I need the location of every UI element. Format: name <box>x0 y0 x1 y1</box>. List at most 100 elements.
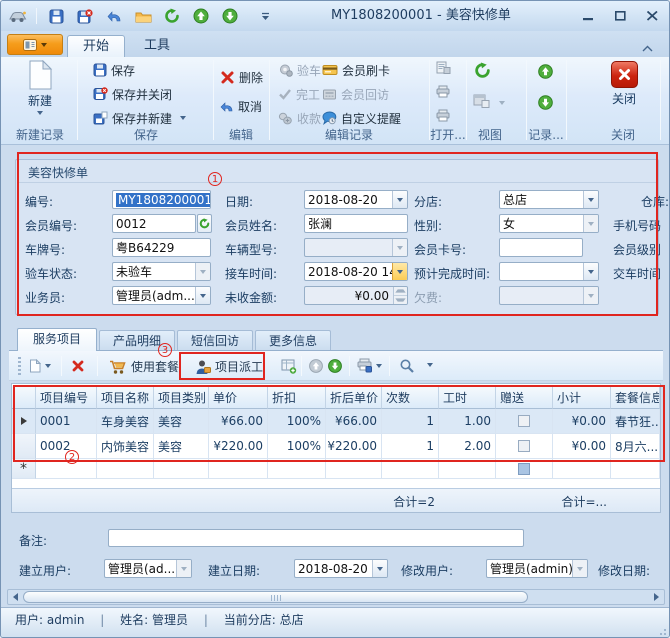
move-row-down-button[interactable] <box>328 359 342 373</box>
scroll-right-icon[interactable] <box>654 593 659 601</box>
group-label-close: 关闭 <box>593 128 653 142</box>
prev-record-icon[interactable] <box>191 6 211 26</box>
close-form-button[interactable]: 关闭 <box>599 61 649 107</box>
annotation-circle-2: 2 <box>65 450 79 464</box>
refresh-icon[interactable] <box>162 6 182 26</box>
phone-device-icon <box>322 88 337 101</box>
tab-service-items[interactable]: 服务项目 <box>17 328 97 351</box>
cart-icon <box>109 359 127 375</box>
created-by-field: 管理员(ad... <box>104 559 192 578</box>
save-button[interactable]: 保存 <box>93 61 135 79</box>
grid-footer: 合计=2 合计=... <box>12 488 660 512</box>
finish-button[interactable]: 完工 <box>278 85 320 103</box>
modified-by-label: 修改用户: <box>401 562 453 579</box>
open-folder-icon[interactable] <box>133 6 153 26</box>
table-add-icon <box>281 359 297 374</box>
window-title: MY1808200001 - 美容快修单 <box>331 1 511 31</box>
created-by-label: 建立用户: <box>19 562 71 579</box>
search-grid-button[interactable] <box>399 358 415 374</box>
chevron-down-icon <box>45 364 51 368</box>
coins-icon <box>278 112 293 125</box>
save-and-new-button[interactable]: 保存并新建 <box>93 109 186 127</box>
inspect-car-button[interactable]: 验车 <box>278 61 321 79</box>
save-close-icon[interactable] <box>75 6 95 26</box>
group-label-edit: 编辑 <box>213 128 269 142</box>
application-menu-button[interactable] <box>7 34 63 55</box>
scroll-left-icon[interactable] <box>13 593 18 601</box>
tab-more-info[interactable]: 更多信息 <box>255 330 331 352</box>
times-total: 合计=2 <box>393 493 435 510</box>
toolbar-separator <box>389 356 390 376</box>
minimize-button[interactable] <box>581 9 595 23</box>
modified-by-field: 管理员(admin) <box>486 559 588 578</box>
ribbon-tab-row: 开始 工具 <box>1 31 669 57</box>
new-record-label: 新建 <box>28 92 52 109</box>
save-and-close-button[interactable]: 保存并关闭 <box>93 85 172 103</box>
undo-icon[interactable] <box>104 6 124 26</box>
created-date-field[interactable]: 2018-08-20 <box>294 559 388 578</box>
remark-label: 备注: <box>19 532 47 549</box>
ribbon-collapse-icon[interactable] <box>642 41 653 55</box>
status-separator: | <box>204 608 208 632</box>
resize-grip-icon[interactable] <box>657 620 667 638</box>
tab-sms-revisit[interactable]: 短信回访 <box>177 330 253 352</box>
print-icon[interactable] <box>436 85 450 101</box>
print-save-icon <box>357 358 372 373</box>
gift-checkbox[interactable] <box>518 463 530 475</box>
remark-field[interactable] <box>108 529 524 547</box>
delete-button[interactable]: 删除 <box>220 68 263 86</box>
annotation-box-form <box>17 152 658 316</box>
chevron-down-icon[interactable] <box>499 101 505 105</box>
horizontal-scrollbar[interactable] <box>7 589 665 605</box>
member-revisit-button[interactable]: 会员回访 <box>322 85 389 103</box>
tab-start[interactable]: 开始 <box>67 35 125 57</box>
down-circle-icon <box>328 359 342 373</box>
next-record-icon[interactable] <box>538 95 553 113</box>
group-label-view: 视图 <box>466 128 514 142</box>
cancel-button[interactable]: 取消 <box>220 97 262 115</box>
refresh-view-icon[interactable] <box>474 62 491 82</box>
maximize-button[interactable] <box>613 9 627 23</box>
detail-toolbar: 使用套餐 项目派工 <box>9 351 663 381</box>
tab-tools[interactable]: 工具 <box>129 35 185 57</box>
collect-payment-button[interactable]: 收款 <box>278 109 321 127</box>
new-page-icon <box>28 60 53 90</box>
new-row-indicator: * <box>12 459 36 479</box>
group-label-new: 新建记录 <box>13 128 67 142</box>
export-grid-button[interactable] <box>281 359 297 374</box>
chevron-down-icon[interactable] <box>372 560 387 577</box>
new-page-icon <box>29 359 41 373</box>
add-row-button[interactable] <box>29 359 51 373</box>
prev-record-icon[interactable] <box>538 64 553 82</box>
custom-reminder-button[interactable]: 自定义提醒 <box>322 109 401 127</box>
print-grid-button[interactable] <box>357 358 382 373</box>
delete-row-button[interactable] <box>71 359 85 373</box>
qat-customize-icon[interactable] <box>255 6 275 26</box>
grid-new-row[interactable]: * <box>12 459 660 479</box>
save-close-icon <box>93 87 108 101</box>
new-record-button[interactable]: 新建 <box>17 60 63 115</box>
close-button[interactable] <box>645 9 659 23</box>
toolbar-drag-handle[interactable] <box>18 357 21 375</box>
next-record-icon[interactable] <box>220 6 240 26</box>
group-separator <box>269 60 270 140</box>
scrollbar-grip <box>271 595 282 601</box>
print-preview-icon[interactable] <box>436 109 450 125</box>
member-swipe-card-button[interactable]: 会员刷卡 <box>322 61 390 79</box>
layout-view-icon[interactable] <box>473 94 490 112</box>
car-app-icon[interactable] <box>7 6 27 26</box>
move-row-up-button[interactable] <box>309 359 323 373</box>
group-label-edit-record: 编辑记录 <box>319 128 379 142</box>
open-report-icon[interactable] <box>436 61 451 78</box>
save-icon[interactable] <box>46 6 66 26</box>
title-bar: MY1808200001 - 美容快修单 <box>1 1 669 31</box>
modified-date-label: 修改日期: <box>598 562 650 579</box>
close-form-label: 关闭 <box>612 90 636 107</box>
use-package-button[interactable]: 使用套餐 <box>109 358 179 375</box>
close-x-icon <box>611 61 638 88</box>
toolbar-more-options-icon[interactable] <box>427 363 433 367</box>
group-label-open: 打开... <box>427 128 469 142</box>
status-bar: 用户: admin | 姓名: 管理员 | 当前分店: 总店 <box>1 607 670 638</box>
check-icon <box>278 88 292 100</box>
scrollbar-thumb[interactable] <box>23 591 528 603</box>
